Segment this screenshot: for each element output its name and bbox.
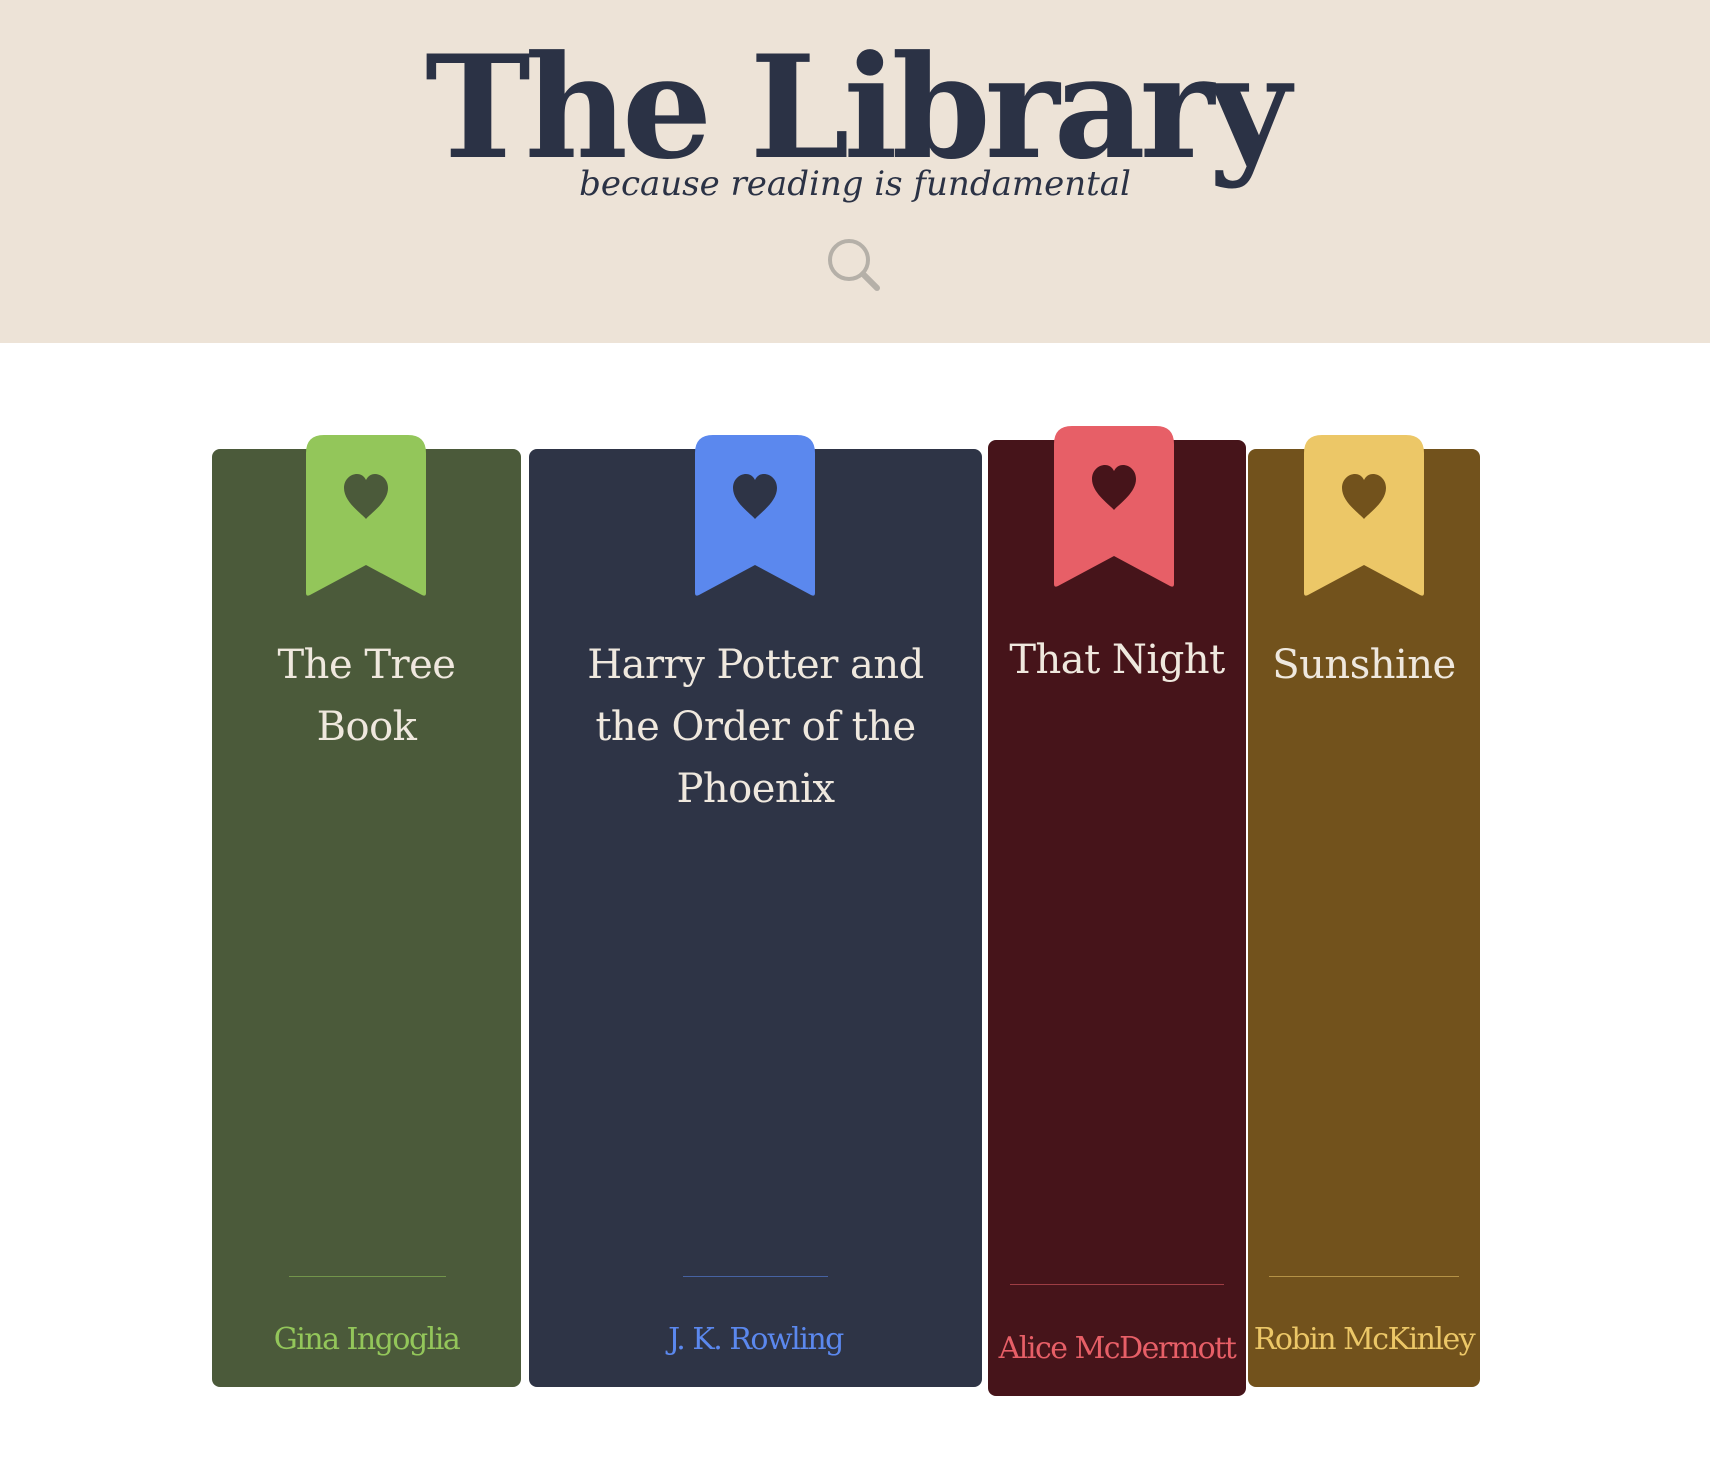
book-title: That Night [1009,637,1225,683]
book-author[interactable]: Gina Ingoglia [212,1320,521,1360]
heart-bookmark-icon [306,435,426,596]
book-author[interactable]: Alice McDermott [988,1329,1246,1369]
heart-bookmark-icon [1304,435,1424,596]
book-author[interactable]: J. K. Rowling [529,1320,982,1360]
bookmark-badge[interactable] [306,435,426,597]
heart-bookmark-icon [695,435,815,596]
book-title: The Tree Book [277,642,456,750]
search-icon [828,239,880,291]
book-card[interactable]: Sunshine Robin McKinley [1248,435,1480,1387]
divider [289,1276,446,1277]
bookmark-badge[interactable] [1054,426,1174,588]
book-title: Sunshine [1272,642,1456,688]
book-card[interactable]: That Night Alice McDermott [988,426,1246,1396]
divider [683,1276,828,1277]
divider [1269,1276,1459,1277]
book-title: Harry Potter and the Order of the Phoeni… [587,642,924,812]
book-card[interactable]: Harry Potter and the Order of the Phoeni… [529,435,982,1387]
book-card[interactable]: The Tree Book Gina Ingoglia [212,435,521,1387]
site-header: The Library because reading is fundament… [0,0,1710,343]
search-button[interactable] [825,236,881,292]
heart-bookmark-icon [1054,426,1174,587]
bookmark-badge[interactable] [695,435,815,597]
divider [1010,1284,1224,1285]
site-tagline: because reading is fundamental [579,164,1131,204]
book-author[interactable]: Robin McKinley [1248,1320,1480,1360]
bookmark-badge[interactable] [1304,435,1424,597]
